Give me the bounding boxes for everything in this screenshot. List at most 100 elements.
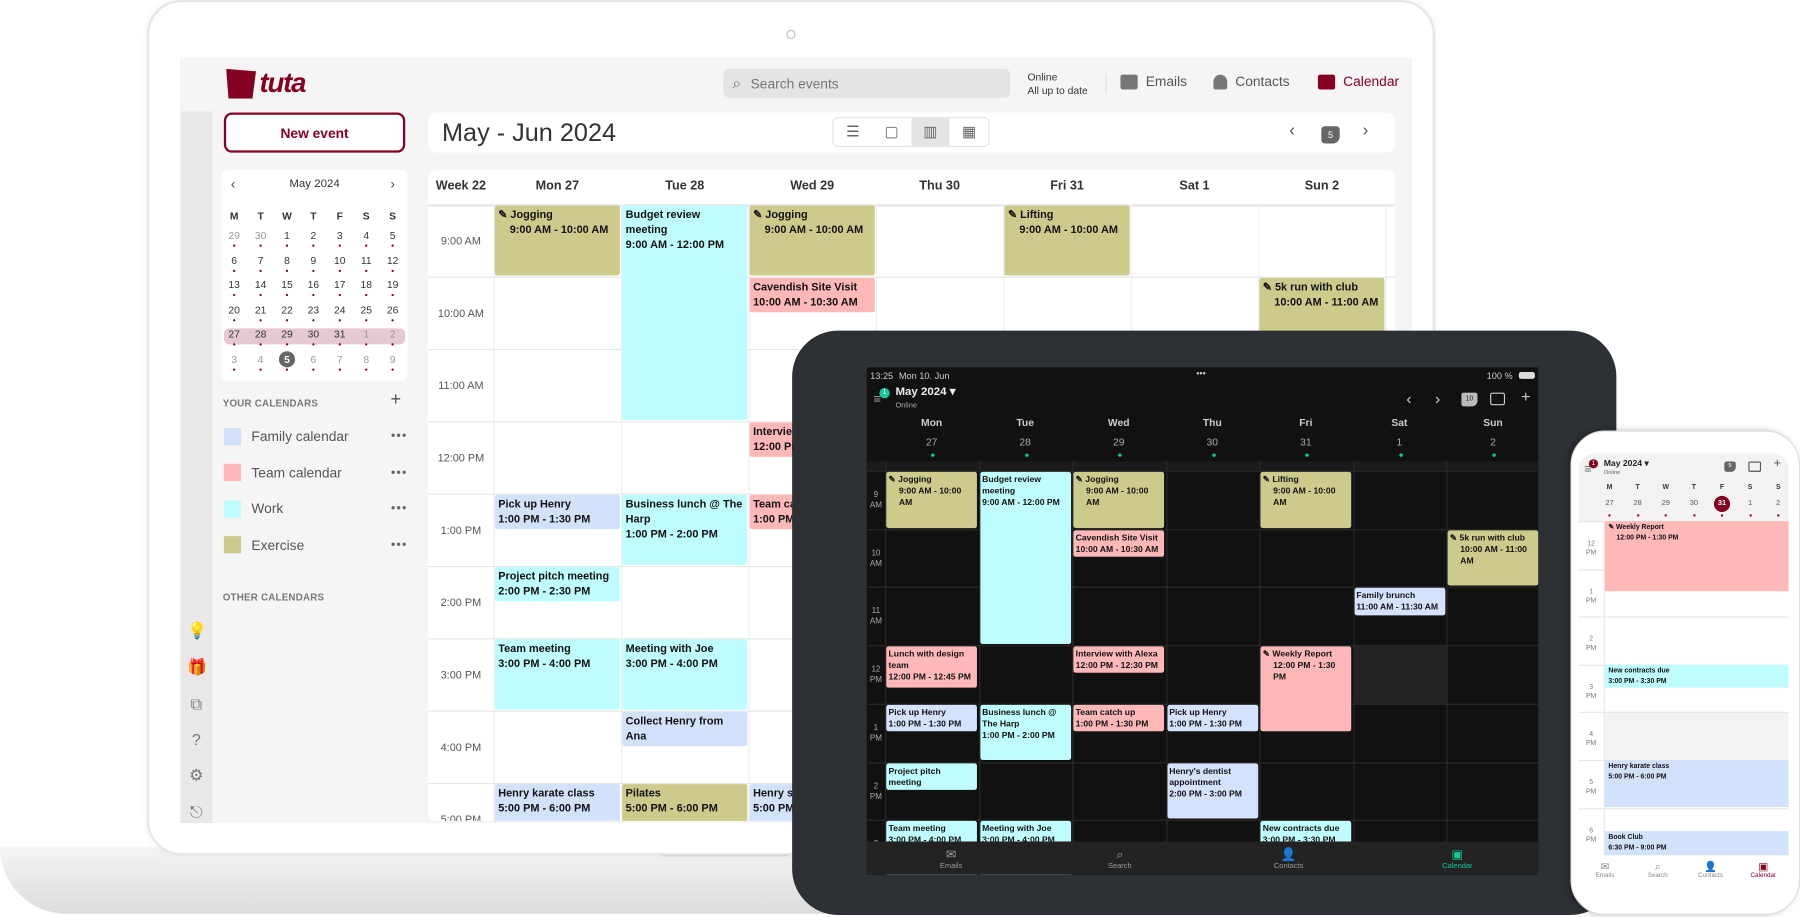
calendar-event[interactable]: New contracts due 3:00 PM - 3:30 PM bbox=[1604, 664, 1789, 688]
mini-calendar-day[interactable]: 14 bbox=[249, 279, 272, 290]
calendar-event[interactable]: Project pitch meeting2:00 PM - 2:30 PM bbox=[886, 762, 977, 790]
day-number[interactable]: 30 bbox=[1166, 436, 1259, 447]
day-number[interactable]: 2 bbox=[1767, 499, 1789, 507]
gift-icon[interactable]: 🎁 bbox=[187, 658, 207, 676]
calendar-event[interactable]: Team catch up1:00 PM - 1:30 PM bbox=[1073, 704, 1165, 732]
bottom-nav-emails[interactable]: ✉ Emails bbox=[1579, 856, 1632, 884]
settings-icon[interactable]: ⚙ bbox=[187, 766, 205, 784]
mini-calendar-day[interactable]: 21 bbox=[249, 304, 272, 315]
mini-calendar-day[interactable]: 26 bbox=[381, 304, 404, 315]
calendar-event[interactable]: ✎ Weekly Report 12:00 PM - 1:30 PM bbox=[1260, 646, 1352, 732]
new-event-button[interactable]: New event bbox=[223, 112, 406, 153]
calendar-event[interactable]: Budget review meeting 9:00 AM - 12:00 PM bbox=[622, 205, 748, 421]
calendar-event[interactable]: ✎ Jogging 9:00 AM - 10:00 AM bbox=[749, 205, 875, 276]
agenda-icon[interactable]: ☰ bbox=[833, 118, 872, 146]
calendar-item[interactable]: Work ••• bbox=[223, 498, 408, 519]
calendar-event[interactable]: Cavendish Site Visit 10:00 AM - 10:30 AM bbox=[1073, 530, 1165, 557]
mini-calendar-day[interactable]: 16 bbox=[302, 279, 325, 290]
search-input[interactable]: ⌕ Search events bbox=[723, 68, 1011, 98]
calendar-item[interactable]: Team calendar ••• bbox=[223, 462, 408, 483]
day-view-icon[interactable]: ▢ bbox=[872, 118, 911, 146]
mini-calendar-day[interactable]: 6 bbox=[302, 353, 325, 364]
calendar-event[interactable]: ✎ Lifting 9:00 AM - 10:00 AM bbox=[1260, 471, 1352, 528]
calendar-event[interactable]: Henry karate class 5:00 PM - 6:00 PM bbox=[1604, 759, 1789, 807]
mini-calendar-day[interactable]: 1 bbox=[355, 328, 378, 339]
more-options-icon[interactable]: ••• bbox=[391, 538, 408, 552]
bottom-nav-search[interactable]: ⌕ Search bbox=[1047, 844, 1193, 874]
calendar-event[interactable]: Pick up Henry 1:00 PM - 1:30 PM bbox=[1166, 704, 1258, 732]
day-number[interactable]: 27 bbox=[1598, 499, 1621, 507]
week-view-icon[interactable]: ▥ bbox=[910, 118, 950, 146]
more-options-icon[interactable]: ••• bbox=[391, 466, 408, 480]
nav-calendar[interactable]: Calendar bbox=[1317, 73, 1399, 90]
mini-calendar-day[interactable]: 5 bbox=[381, 230, 404, 241]
calendar-event[interactable]: Cavendish Site Visit 10:00 AM - 10:30 AM bbox=[749, 277, 875, 312]
calendar-event[interactable]: ✎ Lifting 9:00 AM - 10:00 AM bbox=[1004, 205, 1130, 276]
mini-calendar-day[interactable]: 17 bbox=[328, 279, 351, 290]
mini-calendar-day[interactable]: 12 bbox=[381, 254, 404, 265]
calendar-event[interactable]: ✎ Jogging 9:00 AM - 10:00 AM bbox=[494, 205, 620, 276]
mini-calendar-day[interactable]: 20 bbox=[223, 304, 246, 315]
bottom-nav-contacts[interactable]: 👤 Contacts bbox=[1216, 844, 1362, 874]
mini-calendar-day[interactable]: 30 bbox=[302, 328, 325, 339]
calendar-item[interactable]: Family calendar ••• bbox=[223, 426, 408, 447]
day-number[interactable]: 30 bbox=[1682, 499, 1705, 507]
mini-calendar-day[interactable]: 4 bbox=[249, 353, 272, 364]
mini-calendar-day[interactable]: 13 bbox=[223, 279, 246, 290]
day-number[interactable]: 31 bbox=[1713, 495, 1731, 513]
day-number[interactable]: 27 bbox=[885, 436, 978, 447]
bottom-nav-search[interactable]: ⌕ Search bbox=[1631, 856, 1684, 884]
mini-calendar-day[interactable]: 8 bbox=[355, 353, 378, 364]
mini-calendar-day[interactable]: 3 bbox=[223, 353, 246, 364]
mini-calendar-day[interactable]: 15 bbox=[276, 279, 299, 290]
day-number[interactable]: 29 bbox=[1654, 499, 1677, 507]
bottom-nav-emails[interactable]: ✉ Emails bbox=[878, 844, 1024, 874]
mini-calendar-day[interactable]: 6 bbox=[223, 254, 246, 265]
calendar-event[interactable]: Collect Henry from Ana4:00 PM - 4:30 PM bbox=[622, 711, 748, 746]
mini-calendar-day[interactable]: 31 bbox=[328, 328, 351, 339]
calendar-event[interactable]: Pick up Henry 1:00 PM - 1:30 PM bbox=[886, 704, 977, 732]
day-number[interactable]: 28 bbox=[979, 436, 1072, 447]
mini-calendar-day[interactable]: 10 bbox=[328, 254, 351, 265]
calendar-event[interactable]: Team meeting 3:00 PM - 4:00 PM bbox=[494, 639, 620, 710]
calendar-event[interactable]: Project pitch meeting2:00 PM - 2:30 PM bbox=[494, 567, 620, 601]
day-number[interactable]: 2 bbox=[1446, 436, 1538, 447]
mini-calendar-day[interactable]: 5 bbox=[278, 350, 296, 367]
day-number[interactable]: 1 bbox=[1739, 499, 1762, 507]
day-number[interactable]: 28 bbox=[1626, 499, 1649, 507]
mini-calendar-day[interactable]: 3 bbox=[328, 230, 351, 241]
calendar-event[interactable]: Budget review meeting 9:00 AM - 12:00 PM bbox=[979, 471, 1071, 645]
calendar-item[interactable]: Exercise ••• bbox=[223, 534, 408, 555]
mini-calendar-day[interactable]: 24 bbox=[328, 304, 351, 315]
today-button[interactable]: 5 bbox=[1321, 123, 1340, 144]
mini-calendar-day[interactable]: 18 bbox=[355, 279, 378, 290]
mini-calendar-day[interactable]: 4 bbox=[355, 230, 378, 241]
bottom-nav-calendar[interactable]: ▣ Calendar bbox=[1384, 844, 1530, 874]
calendar-event[interactable]: Henry karate class 5:00 PM - 6:00 PM bbox=[494, 784, 620, 821]
mini-calendar-day[interactable]: 7 bbox=[328, 353, 351, 364]
add-calendar-button[interactable]: + bbox=[390, 390, 401, 411]
mini-calendar-day[interactable]: 8 bbox=[276, 254, 299, 265]
calendar-event[interactable]: ✎ 5k run with club 10:00 AM - 11:00 AM bbox=[1447, 530, 1539, 586]
mini-calendar-day[interactable]: 30 bbox=[249, 230, 272, 241]
mini-calendar-day[interactable]: 27 bbox=[223, 328, 246, 339]
help-icon[interactable]: ? bbox=[187, 730, 205, 748]
calendar-event[interactable]: Business lunch @ The Harp 1:00 PM - 2:00 … bbox=[979, 704, 1071, 761]
mini-calendar-day[interactable]: 9 bbox=[381, 353, 404, 364]
mini-calendar-day[interactable]: 29 bbox=[223, 230, 246, 241]
calendar-event[interactable]: Business lunch @ The Harp 1:00 PM - 2:00 … bbox=[622, 494, 748, 565]
day-number[interactable]: 31 bbox=[1259, 436, 1352, 447]
calendar-event[interactable]: Lunch with design team 12:00 PM - 12:45 P… bbox=[886, 646, 977, 688]
mini-calendar-day[interactable]: 29 bbox=[276, 328, 299, 339]
mini-calendar-day[interactable]: 1 bbox=[276, 230, 299, 241]
calendar-event[interactable]: Pick up Henry 1:00 PM - 1:30 PM bbox=[494, 494, 620, 529]
logout-icon[interactable]: ⎋ bbox=[187, 802, 205, 820]
mini-calendar-next[interactable]: › bbox=[390, 176, 395, 192]
calendar-event[interactable]: ✎ Weekly Report 12:00 PM - 1:30 PM bbox=[1604, 521, 1789, 592]
mini-calendar-day[interactable]: 25 bbox=[355, 304, 378, 315]
mini-calendar-day[interactable]: 11 bbox=[355, 254, 378, 265]
calendar-event[interactable]: ✎ Jogging 9:00 AM - 10:00 AM bbox=[886, 471, 977, 528]
bottom-nav-contacts[interactable]: 👤 Contacts bbox=[1684, 856, 1737, 884]
month-view-icon[interactable]: ▦ bbox=[950, 118, 989, 146]
tuta-logo[interactable]: tuta bbox=[226, 67, 307, 101]
